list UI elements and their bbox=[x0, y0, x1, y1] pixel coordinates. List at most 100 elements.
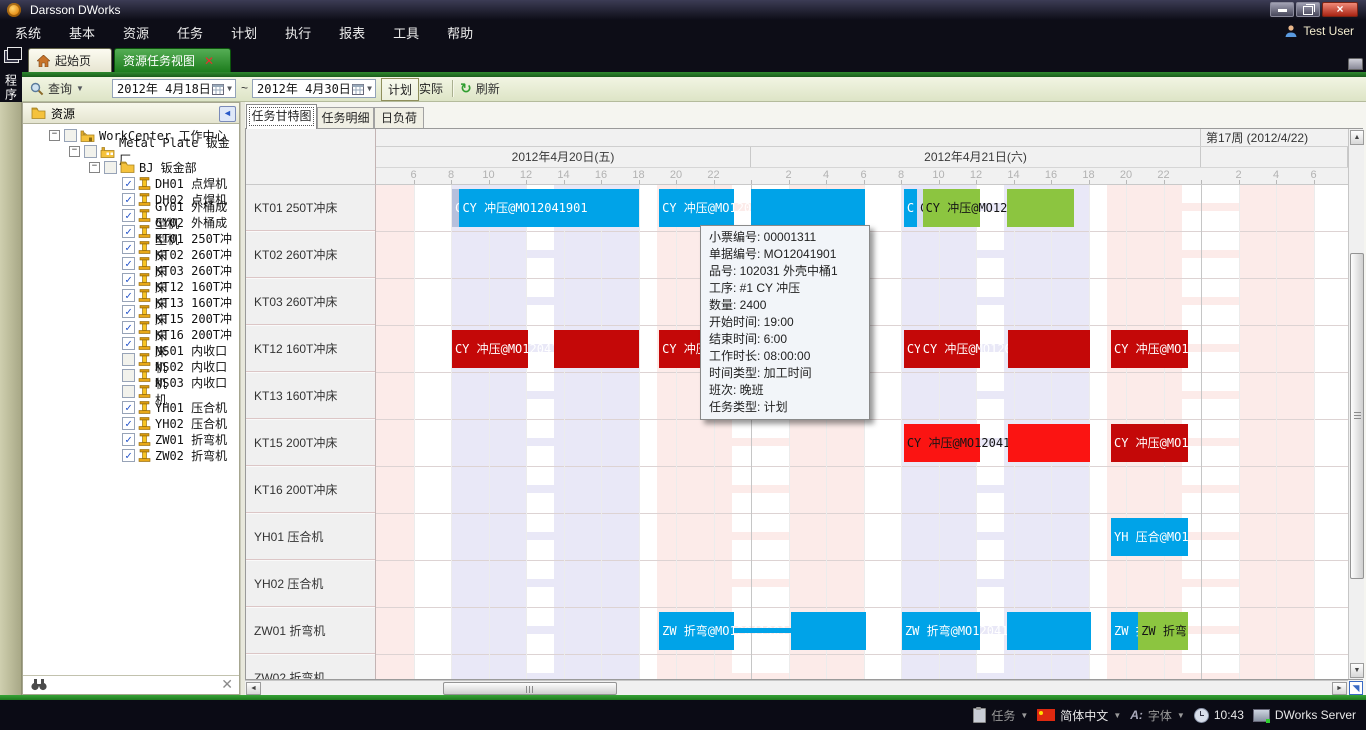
tree-checkbox[interactable] bbox=[122, 385, 135, 398]
tree-checkbox[interactable]: ✓ bbox=[122, 305, 135, 318]
scroll-corner-button[interactable]: ◥ bbox=[1349, 681, 1363, 695]
actual-toggle-button[interactable]: 实际 bbox=[419, 80, 443, 97]
minimize-button[interactable] bbox=[1270, 2, 1294, 17]
task-bar[interactable]: C bbox=[452, 189, 460, 227]
tree-checkbox[interactable] bbox=[84, 145, 97, 158]
tab-close-icon[interactable]: ✕ bbox=[204, 54, 214, 68]
task-bar[interactable]: ZW 折弯@MO12041901 bbox=[659, 612, 734, 650]
tree-item[interactable]: NS03 内收口机 bbox=[23, 383, 239, 399]
tree-checkbox[interactable] bbox=[122, 353, 135, 366]
scroll-up-icon[interactable]: ▲ bbox=[1350, 130, 1364, 145]
tree-expander-icon[interactable]: − bbox=[49, 130, 60, 141]
horizontal-scrollbar[interactable]: ◄ ► bbox=[245, 680, 1348, 695]
menu-item-0[interactable]: 系统 bbox=[1, 20, 55, 48]
tree-checkbox[interactable] bbox=[104, 161, 117, 174]
tree-checkbox[interactable]: ✓ bbox=[122, 193, 135, 206]
task-bar[interactable]: C bbox=[904, 189, 917, 227]
task-bar[interactable]: CY 冲压@MO12041904 bbox=[920, 330, 980, 368]
query-button[interactable]: 查询 ▼ bbox=[30, 80, 84, 97]
tree-checkbox[interactable] bbox=[64, 129, 77, 142]
scroll-down-icon[interactable]: ▼ bbox=[1350, 663, 1364, 678]
restore-button[interactable] bbox=[1296, 2, 1320, 17]
task-bar[interactable]: CY 冲压@MO12041902 bbox=[923, 189, 980, 227]
scroll-right-icon[interactable]: ► bbox=[1332, 682, 1347, 695]
task-bar[interactable]: CY 冲压@MO12041904 bbox=[452, 330, 528, 368]
task-bar[interactable] bbox=[1007, 189, 1074, 227]
tree-checkbox[interactable]: ✓ bbox=[122, 449, 135, 462]
status-language-menu[interactable]: 简体中文 ▼ bbox=[1037, 707, 1121, 724]
tree-expander-icon[interactable]: − bbox=[89, 162, 100, 173]
menu-item-7[interactable]: 工具 bbox=[379, 20, 433, 48]
vertical-scrollbar-thumb[interactable] bbox=[1350, 253, 1364, 579]
status-font-menu[interactable]: A: 字体 ▼ bbox=[1130, 707, 1185, 724]
find-binoculars-icon[interactable] bbox=[31, 678, 47, 691]
date-to-field[interactable]: 2012年 4月30日 ▼ bbox=[252, 79, 376, 98]
date-to-value[interactable]: 2012年 4月30日 bbox=[253, 80, 352, 97]
status-task-menu[interactable]: 任务 ▼ bbox=[973, 707, 1028, 724]
tree-checkbox[interactable] bbox=[122, 369, 135, 382]
task-bar[interactable] bbox=[1008, 424, 1091, 462]
collapse-panel-button[interactable]: ◄ bbox=[219, 106, 236, 122]
tree-item[interactable]: −Metal Plate 钣金厂 bbox=[23, 143, 239, 159]
view-tab-0[interactable]: 任务甘特图 bbox=[246, 104, 317, 129]
task-bar[interactable]: CY 冲 bbox=[904, 330, 920, 368]
task-bar[interactable]: CY 冲压@MO12041903 bbox=[1111, 424, 1188, 462]
status-server[interactable]: DWorks Server bbox=[1253, 708, 1356, 722]
menu-item-3[interactable]: 任务 bbox=[163, 20, 217, 48]
task-bar[interactable]: ZW 折弯@MO12041901 bbox=[902, 612, 980, 650]
menu-item-5[interactable]: 执行 bbox=[271, 20, 325, 48]
tree-item[interactable]: ✓ZW02 折弯机 bbox=[23, 447, 239, 463]
windows-stack-icon[interactable] bbox=[4, 50, 19, 63]
menu-item-2[interactable]: 资源 bbox=[109, 20, 163, 48]
tree-checkbox[interactable]: ✓ bbox=[122, 209, 135, 222]
tab-resource-task-view[interactable]: 资源任务视图 ✕ bbox=[114, 48, 231, 72]
tree-item[interactable]: ✓YH01 压合机 bbox=[23, 399, 239, 415]
tree-checkbox[interactable]: ✓ bbox=[122, 225, 135, 238]
horizontal-scrollbar-thumb[interactable] bbox=[443, 682, 617, 695]
task-bar[interactable]: ZW 折弯 bbox=[1111, 612, 1138, 650]
tree-checkbox[interactable]: ✓ bbox=[122, 177, 135, 190]
tree-checkbox[interactable]: ✓ bbox=[122, 289, 135, 302]
vertical-scrollbar[interactable]: ▲ ▼ bbox=[1348, 129, 1364, 679]
task-bar[interactable] bbox=[1008, 330, 1091, 368]
side-strip[interactable] bbox=[0, 102, 22, 695]
task-bar[interactable] bbox=[791, 612, 866, 650]
tree-expander-icon[interactable]: − bbox=[69, 146, 80, 157]
refresh-button[interactable]: ↻ 刷新 bbox=[460, 80, 500, 97]
calendar-icon[interactable] bbox=[352, 83, 364, 95]
task-bar[interactable]: CY 冲压@MO12041903 bbox=[904, 424, 980, 462]
date-from-value[interactable]: 2012年 4月18日 bbox=[113, 80, 212, 97]
task-bar[interactable] bbox=[1007, 612, 1091, 650]
view-tab-2[interactable]: 日负荷 bbox=[374, 107, 424, 129]
tree-item[interactable]: ✓ZW01 折弯机 bbox=[23, 431, 239, 447]
calendar-icon[interactable] bbox=[212, 83, 224, 95]
query-dropdown-icon[interactable]: ▼ bbox=[76, 84, 84, 93]
menu-item-1[interactable]: 基本 bbox=[55, 20, 109, 48]
tree-checkbox[interactable]: ✓ bbox=[122, 337, 135, 350]
menu-item-6[interactable]: 报表 bbox=[325, 20, 379, 48]
tree-checkbox[interactable]: ✓ bbox=[122, 401, 135, 414]
date-from-field[interactable]: 2012年 4月18日 ▼ bbox=[112, 79, 236, 98]
float-window-icon[interactable] bbox=[1348, 58, 1363, 70]
task-bar[interactable]: YH 压合@MO12041905 bbox=[1111, 518, 1188, 556]
task-bar[interactable] bbox=[554, 330, 639, 368]
tree-item[interactable]: ✓DH01 点焊机 bbox=[23, 175, 239, 191]
panel-close-icon[interactable]: ✕ bbox=[221, 676, 233, 693]
task-bar[interactable]: CY 冲压@MO12041901 bbox=[659, 189, 734, 227]
tree-checkbox[interactable]: ✓ bbox=[122, 241, 135, 254]
tree-checkbox[interactable]: ✓ bbox=[122, 257, 135, 270]
date-from-dropdown-icon[interactable]: ▼ bbox=[224, 84, 235, 93]
plan-toggle-button[interactable]: 计划 bbox=[381, 78, 419, 101]
tree-checkbox[interactable]: ✓ bbox=[122, 433, 135, 446]
task-bar[interactable]: ZW 折弯 bbox=[1138, 612, 1188, 650]
tree-checkbox[interactable]: ✓ bbox=[122, 417, 135, 430]
close-button[interactable]: × bbox=[1322, 2, 1358, 17]
scroll-left-icon[interactable]: ◄ bbox=[246, 682, 261, 695]
tab-start-page[interactable]: 起始页 bbox=[28, 48, 112, 72]
task-bar[interactable] bbox=[751, 189, 865, 227]
programs-vertical-tab[interactable]: 程序 bbox=[3, 74, 20, 102]
tree-item[interactable]: ✓YH02 压合机 bbox=[23, 415, 239, 431]
menu-item-8[interactable]: 帮助 bbox=[433, 20, 487, 48]
task-bar[interactable]: CY 冲压@MO12041904 bbox=[1111, 330, 1188, 368]
task-bar[interactable]: CY 冲压@MO12041901 bbox=[459, 189, 639, 227]
